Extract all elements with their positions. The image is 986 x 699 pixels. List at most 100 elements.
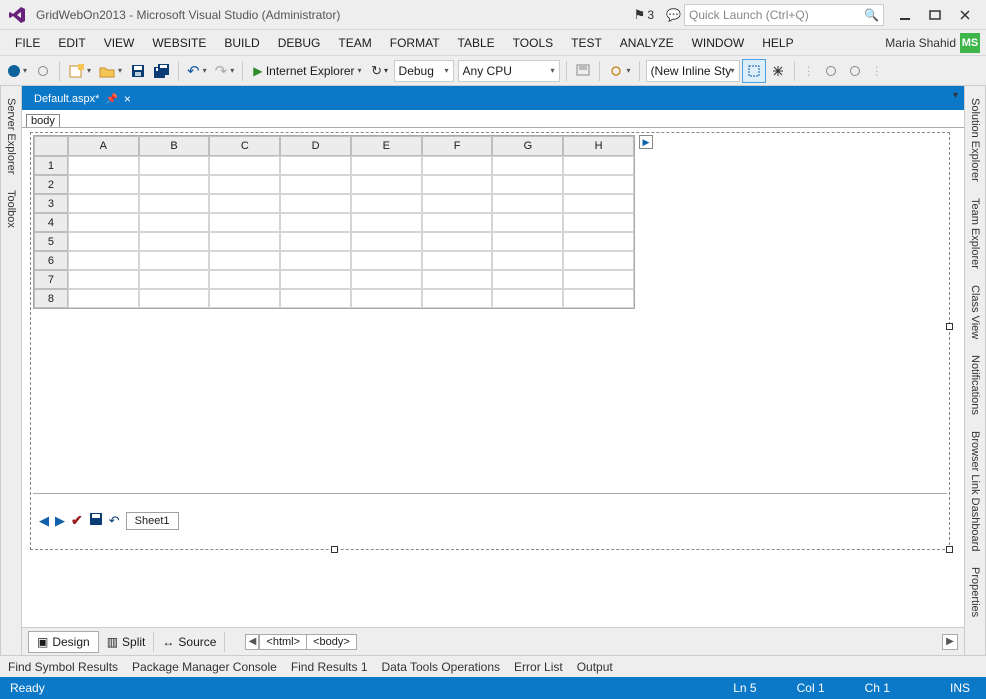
- rail-team-explorer[interactable]: Team Explorer: [967, 192, 983, 275]
- undo-button[interactable]: ↶▾: [183, 59, 211, 83]
- grid-cell[interactable]: [563, 251, 634, 270]
- col-header-d[interactable]: D: [280, 136, 351, 156]
- grid-cell[interactable]: [68, 156, 139, 175]
- tab-find-results[interactable]: Find Results 1: [291, 660, 368, 674]
- submit-icon[interactable]: ✔: [71, 512, 83, 529]
- breadcrumb-prev[interactable]: ◀: [245, 634, 259, 650]
- view-tab-design[interactable]: ▣Design: [28, 631, 99, 653]
- grid-cell[interactable]: [563, 213, 634, 232]
- menu-website[interactable]: WEBSITE: [143, 30, 215, 55]
- tab-output[interactable]: Output: [577, 660, 613, 674]
- tab-data-tools[interactable]: Data Tools Operations: [382, 660, 501, 674]
- grid-cell[interactable]: [209, 175, 280, 194]
- col-header-b[interactable]: B: [139, 136, 210, 156]
- grid-cell[interactable]: [209, 251, 280, 270]
- grid-cell[interactable]: [68, 194, 139, 213]
- circle-button-2[interactable]: [843, 59, 867, 83]
- circle-button-1[interactable]: [819, 59, 843, 83]
- grid-cell[interactable]: [280, 251, 351, 270]
- grid-cell[interactable]: [492, 270, 563, 289]
- browser-link-button[interactable]: ▾: [604, 59, 635, 83]
- grid-cell[interactable]: [139, 289, 210, 308]
- smart-tag-button[interactable]: ▶: [639, 135, 653, 149]
- browser-refresh-button[interactable]: ↻▾: [368, 59, 392, 83]
- grid-cell[interactable]: [351, 156, 422, 175]
- menu-team[interactable]: TEAM: [329, 30, 380, 55]
- nav-back-button[interactable]: ▾: [4, 59, 31, 83]
- notifications-button[interactable]: ⚑ 3: [628, 0, 660, 29]
- col-header-g[interactable]: G: [492, 136, 563, 156]
- pin-icon[interactable]: 📌: [105, 94, 117, 105]
- row-header[interactable]: 4: [34, 213, 68, 232]
- grid-cell[interactable]: [422, 251, 493, 270]
- tab-overflow-button[interactable]: ▾: [953, 90, 958, 101]
- menu-build[interactable]: BUILD: [215, 30, 268, 55]
- rail-server-explorer[interactable]: Server Explorer: [3, 92, 19, 180]
- restore-button[interactable]: [920, 4, 950, 26]
- grid-cell[interactable]: [68, 251, 139, 270]
- grid-cell[interactable]: [280, 194, 351, 213]
- menu-edit[interactable]: EDIT: [49, 30, 94, 55]
- page-inspector-button[interactable]: [571, 59, 595, 83]
- col-header-e[interactable]: E: [351, 136, 422, 156]
- row-header[interactable]: 2: [34, 175, 68, 194]
- grid-cell[interactable]: [209, 270, 280, 289]
- save-all-button[interactable]: [150, 59, 174, 83]
- doc-tab-default[interactable]: Default.aspx* 📌 ×: [26, 88, 139, 110]
- grid-cell[interactable]: [280, 270, 351, 289]
- breadcrumb-html[interactable]: <html>: [259, 634, 307, 650]
- rail-browser-link[interactable]: Browser Link Dashboard: [967, 425, 983, 557]
- col-header-h[interactable]: H: [563, 136, 634, 156]
- nav-forward-button[interactable]: [31, 59, 55, 83]
- grid-cell[interactable]: [280, 156, 351, 175]
- menu-window[interactable]: WINDOW: [683, 30, 754, 55]
- col-header-f[interactable]: F: [422, 136, 493, 156]
- minimize-button[interactable]: [890, 4, 920, 26]
- grid-cell[interactable]: [351, 251, 422, 270]
- gridweb-control[interactable]: A B C D E F G H 12345678: [33, 135, 635, 309]
- grid-cell[interactable]: [492, 194, 563, 213]
- row-header[interactable]: 8: [34, 289, 68, 308]
- redo-button[interactable]: ↷▾: [211, 59, 239, 83]
- view-tab-split[interactable]: ▥Split: [99, 632, 155, 652]
- grid-cell[interactable]: [209, 194, 280, 213]
- resize-handle-bottom[interactable]: [331, 546, 338, 553]
- start-debug-button[interactable]: ▶ Internet Explorer▾: [247, 59, 367, 83]
- user-avatar[interactable]: MS: [960, 33, 980, 53]
- grid-cell[interactable]: [280, 175, 351, 194]
- grid-cell[interactable]: [422, 232, 493, 251]
- resize-handle-right[interactable]: [946, 323, 953, 330]
- view-tab-source[interactable]: ↔Source: [154, 632, 225, 652]
- user-name[interactable]: Maria Shahid: [885, 36, 956, 50]
- menu-format[interactable]: FORMAT: [381, 30, 449, 55]
- grid-cell[interactable]: [563, 194, 634, 213]
- tab-find-symbol[interactable]: Find Symbol Results: [8, 660, 118, 674]
- breadcrumb-body[interactable]: <body>: [307, 634, 357, 650]
- grid-cell[interactable]: [422, 270, 493, 289]
- grid-cell[interactable]: [139, 156, 210, 175]
- grid-cell[interactable]: [280, 213, 351, 232]
- grid-cell[interactable]: [68, 213, 139, 232]
- undo-icon[interactable]: ↶: [109, 513, 120, 529]
- grid-cell[interactable]: [351, 175, 422, 194]
- quick-launch-input[interactable]: Quick Launch (Ctrl+Q) 🔍: [684, 4, 884, 26]
- row-header[interactable]: 5: [34, 232, 68, 251]
- grid-cell[interactable]: [209, 213, 280, 232]
- grid-cell[interactable]: [139, 194, 210, 213]
- grid-cell[interactable]: [139, 175, 210, 194]
- menu-analyze[interactable]: ANALYZE: [611, 30, 683, 55]
- sheet-tab[interactable]: Sheet1: [126, 512, 179, 530]
- grid-cell[interactable]: [351, 270, 422, 289]
- rail-notifications[interactable]: Notifications: [967, 349, 983, 421]
- rail-toolbox[interactable]: Toolbox: [3, 184, 19, 234]
- menu-file[interactable]: FILE: [6, 30, 49, 55]
- grid-cell[interactable]: [492, 213, 563, 232]
- menu-test[interactable]: TEST: [562, 30, 611, 55]
- grid-cell[interactable]: [209, 232, 280, 251]
- close-icon[interactable]: ×: [124, 92, 131, 106]
- platform-combo[interactable]: Any CPU▾: [458, 60, 560, 82]
- grid-cell[interactable]: [563, 232, 634, 251]
- style-combo[interactable]: (New Inline Style▾: [646, 60, 740, 82]
- grid-cell[interactable]: [139, 251, 210, 270]
- grid-corner[interactable]: [34, 136, 68, 156]
